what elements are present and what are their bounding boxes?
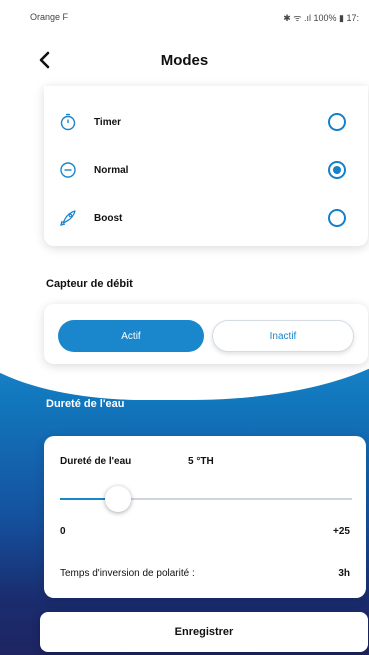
back-button[interactable] [34,48,54,72]
debit-card: Actif Inactif [44,304,368,364]
radio-boost[interactable] [328,209,346,227]
nav-bar: Modes [0,34,369,86]
debit-section-title: Capteur de débit [46,278,133,290]
polarity-value: 3h [338,568,350,579]
rocket-icon [58,208,78,228]
timer-icon [58,112,78,132]
slider-max-label: +25 [333,526,350,537]
mode-label-boost: Boost [94,212,123,224]
durete-card: Dureté de l'eau 5 °TH 0 +25 Temps d'inve… [44,436,366,598]
carrier-label: Orange F [30,12,69,22]
durete-field-label: Dureté de l'eau [60,456,132,467]
radio-timer[interactable] [328,113,346,131]
durete-slider[interactable] [60,486,352,512]
mode-row-boost[interactable]: Boost [44,204,368,232]
debit-actif-button[interactable]: Actif [58,320,204,352]
status-bar: Orange F ✱ ᯤ .ıl 100% ▮ 17: [0,0,369,34]
mode-row-timer[interactable]: Timer [44,108,368,136]
save-button[interactable]: Enregistrer [40,612,368,652]
mode-label-normal: Normal [94,164,129,176]
radio-normal[interactable] [328,161,346,179]
minus-circle-icon [58,160,78,180]
chevron-left-icon [39,51,50,69]
slider-min-label: 0 [60,526,66,537]
polarity-label: Temps d'inversion de polarité : [60,568,195,579]
debit-inactif-button[interactable]: Inactif [212,320,354,352]
status-icons: ✱ ᯤ .ıl 100% ▮ 17: [283,12,359,23]
page-title: Modes [160,51,209,69]
screen: Orange F ✱ ᯤ .ıl 100% ▮ 17: Modes Timer [0,0,369,655]
modes-card: Timer Normal Boost [44,86,368,246]
mode-label-timer: Timer [94,116,122,128]
slider-thumb[interactable] [105,486,131,512]
mode-row-normal[interactable]: Normal [44,156,368,184]
durete-section-title: Dureté de l'eau [46,398,125,410]
durete-value: 5 °TH [188,456,214,467]
